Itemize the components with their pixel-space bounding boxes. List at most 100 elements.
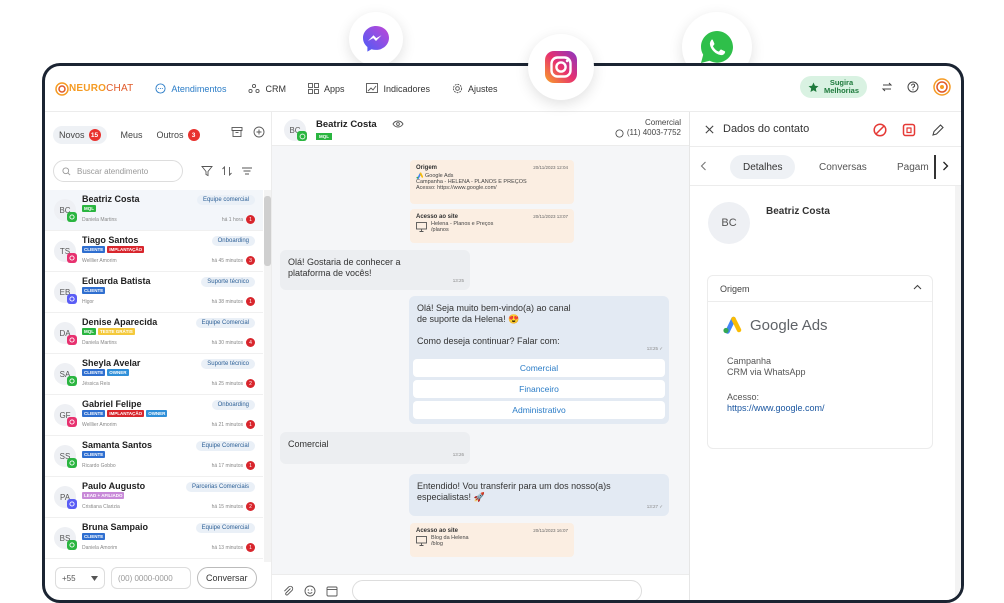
conversation-contact-name: Beatriz Costa xyxy=(82,194,140,204)
phone-input[interactable]: (00) 0000-0000 xyxy=(111,567,191,589)
list-item[interactable]: TS Tiago Santos CLIENTE IMPLANTAÇÃO Welllier… xyxy=(45,231,263,272)
list-item[interactable]: DA Denise Aparecida MQL TESTE GRÁTIS Daniela… xyxy=(45,313,263,354)
option-financeiro-button[interactable]: Financeiro xyxy=(413,380,665,398)
conversation-list-scrollbar[interactable] xyxy=(264,190,271,562)
tabs-scroll-left-button[interactable] xyxy=(700,161,707,171)
monitor-icon xyxy=(416,222,427,232)
message-time: 13:26 xyxy=(452,452,464,457)
origin-access: Acesso: https://www.google.com/ xyxy=(727,392,825,414)
option-comercial-button[interactable]: Comercial xyxy=(413,359,665,377)
list-item[interactable]: BC Beatriz Costa MQL Daniela Martins Equipe … xyxy=(45,190,263,231)
filter-button[interactable] xyxy=(201,165,213,177)
list-item[interactable]: EB Eduarda Batista CLIENTE Higor Suporte téc… xyxy=(45,272,263,313)
unread-count-badge: 4 xyxy=(246,338,255,347)
tab-novos[interactable]: Novos 15 xyxy=(53,126,107,144)
origin-access-label: Acesso: xyxy=(727,392,760,402)
delete-icon xyxy=(902,123,916,137)
origin-event-source: Google Ads xyxy=(416,172,568,179)
apps-grid-icon xyxy=(308,83,319,94)
origin-campaign: Campanha CRM via WhatsApp xyxy=(727,356,806,378)
nav-ajustes-label: Ajustes xyxy=(468,83,498,94)
conversation-contact-name: Bruna Sampaio xyxy=(82,522,149,532)
eye-icon xyxy=(392,120,404,128)
chat-header: BC Beatriz Costa MQL Comercial (11) 4003… xyxy=(272,112,689,146)
view-button[interactable] xyxy=(392,119,404,129)
avatar: BC xyxy=(708,202,750,244)
suggest-improvements-button[interactable]: Sugira Melhorias xyxy=(799,76,867,98)
conversar-button[interactable]: Conversar xyxy=(197,567,257,589)
swap-button[interactable] xyxy=(881,81,893,93)
list-item[interactable]: SA Sheyla Avelar CLIENTE OWNER Jéssica Reis S… xyxy=(45,354,263,395)
sort-button[interactable] xyxy=(221,165,233,177)
unread-count-badge: 3 xyxy=(246,256,255,265)
whatsapp-outline-icon xyxy=(615,128,624,138)
chat-contact-name[interactable]: Beatriz Costa xyxy=(316,119,377,130)
conversation-contact-name: Sheyla Avelar xyxy=(82,358,141,368)
scrollbar-thumb[interactable] xyxy=(264,196,271,266)
unread-count-badge: 2 xyxy=(246,502,255,511)
archive-button[interactable] xyxy=(231,126,243,138)
conversation-contact-name: Paulo Augusto xyxy=(82,481,146,491)
nav-indicadores[interactable]: Indicadores xyxy=(366,83,430,94)
site-access-date: 20/11/2023 16:07 xyxy=(533,528,568,533)
option-administrativo-button[interactable]: Administrativo xyxy=(413,401,665,419)
unread-count-badge: 1 xyxy=(246,420,255,429)
nav-ajustes[interactable]: Ajustes xyxy=(452,83,498,94)
message-line: Olá! Seja muito bem-vindo(a) ao canal xyxy=(417,303,571,313)
contact-details-panel: Dados do contato Detalhes Conversas Paga… xyxy=(690,112,961,600)
origin-access-link[interactable]: https://www.google.com/ xyxy=(727,403,825,414)
message-time: 13:25 ✓ xyxy=(646,346,663,351)
search-icon xyxy=(62,166,71,175)
origin-source: Google Ads xyxy=(722,316,828,334)
tab-meus[interactable]: Meus xyxy=(121,130,143,140)
nav-atendimentos[interactable]: Atendimentos xyxy=(155,83,226,94)
top-navbar: NEURO CHAT Atendimentos CRM Apps Indicado… xyxy=(45,66,961,112)
novos-count-badge: 15 xyxy=(88,129,101,141)
conversation-time: há 21 minutos xyxy=(211,422,243,428)
delete-contact-button[interactable] xyxy=(902,123,916,137)
edit-icon xyxy=(932,124,944,136)
edit-contact-button[interactable] xyxy=(931,123,945,137)
new-conversation-button[interactable] xyxy=(253,126,265,138)
department-phone-number: (11) 4003-7752 xyxy=(626,128,681,137)
origin-campaign-value: CRM via WhatsApp xyxy=(727,367,806,377)
team-badge: Equipe comercial xyxy=(196,195,255,205)
tab-conversas[interactable]: Conversas xyxy=(806,155,880,179)
brand-icon xyxy=(933,78,951,96)
messenger-icon xyxy=(363,26,389,52)
tab-outros[interactable]: Outros 3 xyxy=(157,129,200,141)
conversation-tags: CLIENTE OWNER xyxy=(82,369,131,376)
country-code-select[interactable]: +55 xyxy=(55,567,105,589)
phone-placeholder: (00) 0000-0000 xyxy=(118,573,173,583)
tabs-scroll-right-button[interactable] xyxy=(942,161,949,171)
conversation-contact-name: Tiago Santos xyxy=(82,235,139,245)
list-item[interactable]: PA Paulo Augusto LEAD + AFILIADO Cristiana … xyxy=(45,477,263,518)
list-item[interactable]: GF Gabriel Felipe CLIENTE IMPLANTAÇÃO OWNER W… xyxy=(45,395,263,436)
tag-badge: OWNER xyxy=(146,410,168,417)
team-badge: Suporte técnico xyxy=(201,359,255,369)
origin-section-header[interactable]: Origem xyxy=(708,276,932,302)
search-input[interactable]: Buscar atendimento xyxy=(53,160,183,182)
help-button[interactable] xyxy=(907,81,919,93)
help-icon xyxy=(907,81,919,93)
menu-button[interactable] xyxy=(241,165,253,177)
site-access-date: 20/11/2023 13:07 xyxy=(533,214,568,219)
conversation-time: há 30 minutos xyxy=(211,340,243,346)
block-contact-button[interactable] xyxy=(873,123,887,137)
list-item[interactable]: BS Bruna Sampaio CLIENTE Daniela Amorim Equi… xyxy=(45,518,263,559)
message-line: Olá! Gostaria de conhecer a xyxy=(288,257,401,267)
nav-crm[interactable]: CRM xyxy=(248,83,286,94)
tab-pagamentos[interactable]: Pagam xyxy=(884,155,936,179)
close-panel-button[interactable] xyxy=(704,124,715,135)
tab-detalhes[interactable]: Detalhes xyxy=(730,155,796,179)
list-item[interactable]: SS Samanta Santos CLIENTE Ricardo Gobbo Equi… xyxy=(45,436,263,477)
tag-badge: IMPLANTAÇÃO xyxy=(107,246,145,253)
list-tools xyxy=(193,165,253,177)
nav-apps[interactable]: Apps xyxy=(308,83,344,94)
messenger-floating-icon xyxy=(349,12,403,66)
contact-details-scrollbar[interactable] xyxy=(955,186,961,600)
user-brand-button[interactable] xyxy=(933,78,951,96)
collapse-button[interactable] xyxy=(913,284,922,290)
topbar-actions: Sugira Melhorias xyxy=(799,76,951,98)
tag-badge: CLIENTE xyxy=(82,369,106,376)
